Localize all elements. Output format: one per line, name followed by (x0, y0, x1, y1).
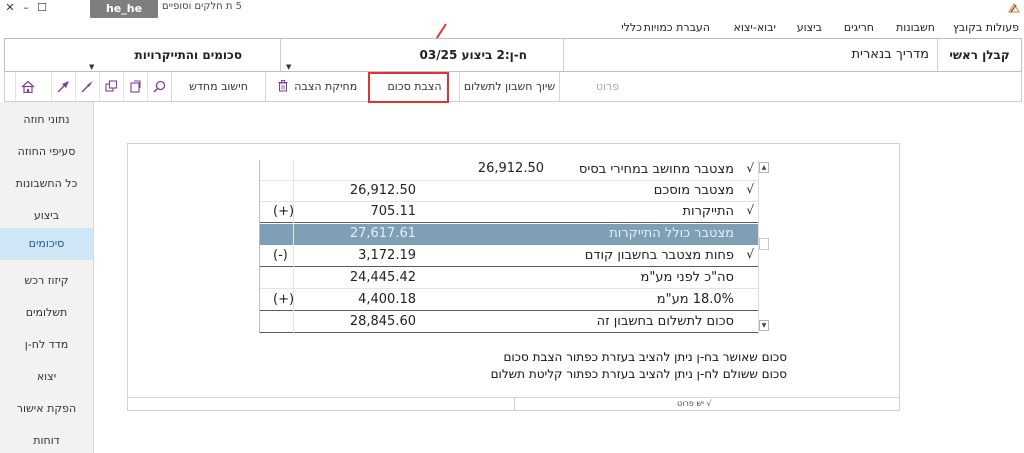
row-value: 705.11 (370, 204, 417, 219)
row-sign: (+) (273, 204, 295, 219)
row-label: מצטבר מוסכם (653, 183, 734, 198)
app-logo-icon (1008, 2, 1020, 13)
row-label: פחות מצטבר בחשבון קודם (584, 248, 734, 263)
sidebar-item-issue-approval[interactable]: הפקת אישור (0, 393, 93, 425)
menu-accounts[interactable]: חשבונות (896, 21, 935, 34)
minimize-window-icon[interactable]: – (20, 1, 32, 14)
pin-icon[interactable] (75, 72, 99, 101)
table-row[interactable]: √ מצטבר מוסכם 26,912.50 (259, 181, 758, 202)
view-select[interactable]: סכומים והתייקרויות ▼ (5, 39, 280, 71)
row-sign: (-) (273, 248, 288, 263)
export-page-icon[interactable] (123, 72, 147, 101)
assign-account-button[interactable]: שיוך חשבון לתשלום (459, 72, 559, 101)
delete-placement-button[interactable]: מחיקת הצבה (265, 72, 369, 101)
sidebar-item-reports[interactable]: דוחות (0, 425, 93, 453)
sidebar-item-contract-clauses[interactable]: סעיפי החוזה (0, 136, 93, 168)
row-value: 24,445.42 (349, 270, 416, 285)
row-check[interactable]: √ (746, 161, 754, 175)
table-left-border (259, 160, 260, 333)
row-label: התייקרות (682, 204, 735, 219)
period-select[interactable]: ח-ן:2 ביצוע 03/25 ▼ (280, 39, 563, 71)
has-details-indicator: √ יש פרוט (677, 399, 712, 408)
annotation-highlight (368, 72, 449, 103)
note-approved-amount: סכום שאושר בח-ן ניתן להציב בעזרת כפתור ה… (503, 350, 787, 364)
sidebar-item-purchase-offset[interactable]: קיזוז רכש (0, 265, 93, 297)
table-row[interactable]: √ התייקרות 705.11 (+) (259, 202, 758, 223)
app-title: ת חלקים וסופיים (162, 1, 233, 12)
menu-bar: פעולות בקובץ חשבונות חריגים ביצוע יבוא-י… (0, 18, 1024, 38)
toolbar: פרוט שיוך חשבון לתשלום הצבת סכום מחיקת ה… (4, 72, 1022, 102)
maximize-window-icon[interactable]: ☐ (36, 1, 48, 14)
table-row[interactable]: סה"כ לפני מע"מ 24,445.42 (259, 268, 758, 289)
menu-execution[interactable]: ביצוע (797, 21, 822, 34)
period-value: ח-ן:2 ביצוע 03/25 (419, 48, 527, 62)
role-field[interactable]: קבלן ראשי (937, 39, 1021, 71)
menu-exceptions[interactable]: חריגים (844, 21, 874, 34)
sidebar-item-account-index[interactable]: מדד לח-ן (0, 329, 93, 361)
trash-icon (278, 80, 288, 92)
table-row[interactable]: 18.0% מע"מ 4,400.18 (+) (259, 290, 758, 311)
delete-placement-label: מחיקת הצבה (294, 80, 358, 93)
title-bar: ✕ – ☐ he_he 5 ת חלקים וסופיים (0, 0, 1024, 18)
row-check[interactable]: √ (746, 203, 754, 217)
selection-bar: קבלן ראשי מדריך בנארית ח-ן:2 ביצוע 03/25… (4, 38, 1022, 72)
copy-window-icon[interactable] (99, 72, 123, 101)
scroll-up-icon[interactable]: ▲ (759, 162, 769, 173)
table-row[interactable]: √ פחות מצטבר בחשבון קודם 3,172.19 (-) (259, 246, 758, 267)
sidebar-item-contract-data[interactable]: נתוני חוזה (0, 104, 93, 136)
table-scrollbar[interactable]: ▲ ▼ (758, 160, 769, 333)
row-label: סכום לתשלום בחשבון זה (596, 314, 734, 329)
row-label: סה"כ לפני מע"מ (640, 270, 734, 285)
app-version: 5 (235, 1, 242, 12)
sidebar-item-all-accounts[interactable]: כל החשבונות (0, 168, 93, 200)
sidebar-item-payments[interactable]: תשלומים (0, 297, 93, 329)
menu-general[interactable]: כללי (621, 21, 642, 34)
row-value: 26,912.50 (349, 183, 416, 198)
window-title: 5 ת חלקים וסופיים (162, 1, 242, 12)
project-field[interactable]: מדריך בנארית (563, 39, 937, 71)
has-details-check: √ (706, 399, 712, 408)
row-sign: (+) (273, 292, 295, 307)
home-icon[interactable] (15, 72, 39, 101)
has-details-label: יש פרוט (677, 399, 704, 408)
row-label: 18.0% מע"מ (656, 292, 734, 307)
row-value: 3,172.19 (358, 248, 416, 263)
row-value: 4,400.18 (358, 292, 416, 307)
row-base-value: 26,912.50 (477, 161, 544, 176)
window-controls: ✕ – ☐ (4, 1, 52, 14)
scroll-down-icon[interactable]: ▼ (759, 320, 769, 331)
menu-import-export[interactable]: יבוא-יצוא (734, 21, 776, 34)
search-icon[interactable] (147, 72, 171, 101)
recalculate-button[interactable]: חישוב מחדש (171, 72, 265, 101)
menu-transfer-quantities[interactable]: העברת כמויות (644, 21, 710, 34)
view-value: סכומים והתייקרויות (134, 48, 242, 62)
close-window-icon[interactable]: ✕ (4, 1, 16, 14)
row-label: מצטבר מחושב במחירי בסיס (578, 162, 734, 177)
sidebar-item-summaries[interactable]: סיכומים (0, 228, 93, 260)
row-value: 27,617.61 (349, 226, 416, 241)
sidebar: נתוני חוזה סעיפי החוזה כל החשבונות ביצוע… (0, 102, 94, 453)
table-row-selected[interactable]: מצטבר כולל התייקרות 27,617.61 (259, 224, 758, 245)
project-name: מדריך בנארית (851, 47, 930, 62)
note-paid-amount: סכום ששולם לח-ן ניתן להציב בעזרת כפתור ק… (490, 367, 787, 381)
table-column-divider (293, 160, 294, 333)
user-badge: he_he (90, 0, 158, 18)
summary-table: √ מצטבר מחושב במחירי בסיס 26,912.50 √ מצ… (259, 160, 769, 333)
row-value: 28,845.60 (349, 314, 416, 329)
table-row[interactable]: √ מצטבר מחושב במחירי בסיס 26,912.50 (259, 160, 758, 181)
row-label: מצטבר כולל התייקרות (609, 226, 734, 241)
pin-alt-icon[interactable] (51, 72, 75, 101)
menu-file-actions[interactable]: פעולות בקובץ (953, 21, 1019, 34)
scroll-thumb[interactable] (759, 238, 769, 250)
table-row[interactable]: סכום לתשלום בחשבון זה 28,845.60 (259, 312, 758, 333)
row-check[interactable]: √ (746, 247, 754, 261)
details-button[interactable]: פרוט (559, 72, 655, 101)
row-check[interactable]: √ (746, 182, 754, 196)
footer-separator (514, 397, 515, 411)
sidebar-item-export[interactable]: יצוא (0, 361, 93, 393)
